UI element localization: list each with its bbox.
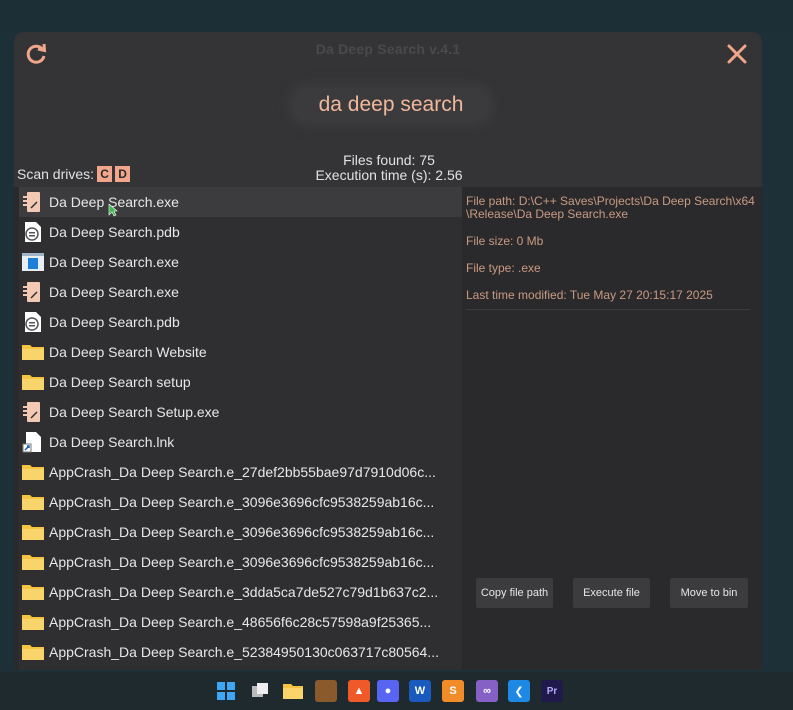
file-name: AppCrash_Da Deep Search.e_48656f6c28c575… bbox=[49, 614, 432, 630]
file-row[interactable]: Da Deep Search.lnk bbox=[19, 427, 462, 457]
results-list[interactable]: Da Deep Search.exe Da Deep Search.pdb Da D… bbox=[19, 187, 462, 670]
file-row[interactable]: AppCrash_Da Deep Search.e_27def2bb55bae9… bbox=[19, 457, 462, 487]
visual-studio-icon[interactable]: ∞ bbox=[476, 680, 498, 702]
folder-icon bbox=[21, 550, 45, 574]
exe-icon bbox=[21, 280, 45, 304]
files-found-label: Files found: 75 bbox=[343, 152, 435, 168]
file-name: Da Deep Search.pdb bbox=[49, 224, 180, 240]
task-view-icon[interactable] bbox=[249, 680, 271, 702]
file-name: AppCrash_Da Deep Search.e_3096e3696cfc95… bbox=[49, 524, 435, 540]
premiere-pro-icon[interactable]: Pr bbox=[541, 680, 563, 702]
file-name: AppCrash_Da Deep Search.e_3dda5ca7de527c… bbox=[49, 584, 439, 600]
file-row[interactable]: Da Deep Search.pdb bbox=[19, 217, 462, 247]
scan-drives-label: Scan drives: bbox=[17, 166, 95, 182]
file-row[interactable]: AppCrash_Da Deep Search.e_3096e3696cfc95… bbox=[19, 547, 462, 577]
file-row[interactable]: AppCrash_Da Deep Search.e_3096e3696cfc95… bbox=[19, 517, 462, 547]
folder-icon bbox=[21, 340, 45, 364]
file-row[interactable]: Da Deep Search.exe bbox=[19, 277, 462, 307]
folder-icon bbox=[21, 610, 45, 634]
shortcut-icon bbox=[21, 430, 45, 454]
file-row[interactable]: AppCrash_Da Deep Search.e_3dda5ca7de527c… bbox=[19, 577, 462, 607]
pdb-icon bbox=[21, 310, 45, 334]
app-icon[interactable] bbox=[315, 680, 337, 702]
vscode-icon[interactable]: ❮ bbox=[508, 680, 530, 702]
file-row[interactable]: AppCrash_Da Deep Search.e_48656f6c28c575… bbox=[19, 607, 462, 637]
taskbar: ▲ ● W S ∞ ❮ Pr bbox=[0, 672, 793, 710]
word-icon[interactable]: W bbox=[409, 680, 431, 702]
window-app-icon bbox=[21, 250, 45, 274]
drive-d-toggle[interactable]: D bbox=[115, 166, 131, 182]
execute-file-button[interactable]: Execute file bbox=[573, 578, 650, 608]
file-row[interactable]: AppCrash_Da Deep Search.e_52384950130c06… bbox=[19, 637, 462, 667]
mouse-cursor-icon bbox=[108, 203, 118, 217]
file-row[interactable]: Da Deep Search.exe bbox=[19, 247, 462, 277]
file-row[interactable]: Da Deep Search setup bbox=[19, 367, 462, 397]
details-divider bbox=[466, 309, 750, 310]
app-window: Da Deep Search v.4.1 Files found: 75 Exe… bbox=[14, 32, 762, 670]
exe-icon bbox=[21, 400, 45, 424]
file-name: Da Deep Search setup bbox=[49, 374, 191, 390]
search-input[interactable] bbox=[293, 88, 489, 122]
file-row[interactable]: AppCrash_Da Deep Search.e_3096e3696cfc95… bbox=[19, 487, 462, 517]
folder-icon bbox=[21, 580, 45, 604]
close-icon[interactable] bbox=[724, 41, 750, 67]
file-row[interactable]: Da Deep Search.exe bbox=[19, 187, 462, 217]
exe-icon bbox=[21, 190, 45, 214]
scan-drives: Scan drives: C D bbox=[17, 166, 131, 182]
file-name: Da Deep Search.pdb bbox=[49, 314, 180, 330]
file-name: Da Deep Search Setup.exe bbox=[49, 404, 220, 420]
file-path-label: File path: D:\C++ Saves\Projects\Da Deep… bbox=[466, 194, 755, 221]
search-stats: Files found: 75 Execution time (s): 2.56 bbox=[274, 153, 504, 183]
file-name: AppCrash_Da Deep Search.e_3096e3696cfc95… bbox=[49, 554, 435, 570]
pdb-icon bbox=[21, 220, 45, 244]
file-name: Da Deep Search.exe bbox=[49, 254, 179, 270]
file-name: Da Deep Search.exe bbox=[49, 284, 179, 300]
discord-icon[interactable]: ● bbox=[377, 680, 399, 702]
folder-icon bbox=[21, 460, 45, 484]
windows-start-icon[interactable] bbox=[215, 680, 237, 702]
file-name: Da Deep Search Website bbox=[49, 344, 207, 360]
file-row[interactable]: Da Deep Search Website bbox=[19, 337, 462, 367]
file-name: AppCrash_Da Deep Search.e_52384950130c06… bbox=[49, 644, 439, 660]
folder-icon bbox=[21, 640, 45, 664]
move-to-bin-button[interactable]: Move to bin bbox=[670, 578, 748, 608]
file-type-label: File type: .exe bbox=[466, 261, 541, 275]
file-name: AppCrash_Da Deep Search.e_27def2bb55bae9… bbox=[49, 464, 436, 480]
folder-icon bbox=[21, 490, 45, 514]
window-header: Da Deep Search v.4.1 Files found: 75 Exe… bbox=[14, 32, 762, 187]
folder-icon bbox=[21, 370, 45, 394]
folder-icon bbox=[21, 520, 45, 544]
window-title: Da Deep Search v.4.1 bbox=[315, 41, 461, 57]
file-details-panel: File path: D:\C++ Saves\Projects\Da Deep… bbox=[466, 187, 756, 316]
desktop-background bbox=[0, 0, 793, 32]
file-name: Da Deep Search.lnk bbox=[49, 434, 175, 450]
file-row[interactable]: Da Deep Search Setup.exe bbox=[19, 397, 462, 427]
file-explorer-icon[interactable] bbox=[282, 680, 304, 702]
file-size-label: File size: 0 Mb bbox=[466, 234, 544, 248]
brave-browser-icon[interactable]: ▲ bbox=[348, 680, 370, 702]
execution-time-label: Execution time (s): 2.56 bbox=[315, 167, 463, 183]
copy-file-path-button[interactable]: Copy file path bbox=[476, 578, 553, 608]
sublime-text-icon[interactable]: S bbox=[442, 680, 464, 702]
drive-c-toggle[interactable]: C bbox=[97, 166, 113, 182]
file-row[interactable]: Da Deep Search.pdb bbox=[19, 307, 462, 337]
last-modified-label: Last time modified: Tue May 27 20:15:17 … bbox=[466, 288, 713, 302]
file-name: AppCrash_Da Deep Search.e_3096e3696cfc95… bbox=[49, 494, 435, 510]
